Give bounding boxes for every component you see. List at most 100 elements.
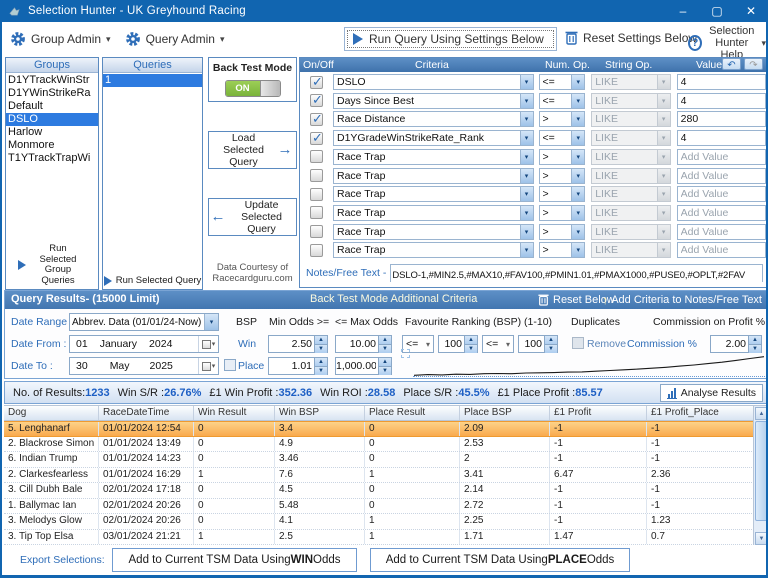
group-item[interactable]: T1YTrackTrapWi (6, 152, 98, 165)
criteria-select[interactable]: Race Trap▾ (333, 242, 534, 258)
num-op-select[interactable]: <=▾ (539, 93, 586, 109)
num-op-select[interactable]: >▾ (539, 111, 586, 127)
value-input[interactable] (678, 243, 765, 257)
value-field[interactable] (677, 130, 766, 146)
add-tsm-place-odds-button[interactable]: Add to Current TSM Data Using PLACE Odds (370, 548, 630, 572)
value-input[interactable] (678, 206, 765, 220)
scroll-up-button[interactable]: ▲ (755, 407, 768, 420)
criteria-on-off-checkbox[interactable]: ✓ (310, 94, 323, 107)
value-field[interactable] (677, 242, 766, 258)
maximize-button[interactable]: ▢ (700, 0, 734, 22)
group-item[interactable]: DSLO (6, 113, 98, 126)
place-checkbox[interactable] (224, 359, 236, 371)
run-selected-group-queries-button[interactable]: Run Selected Group Queries (6, 244, 98, 286)
notes-input[interactable] (391, 268, 762, 284)
spinner-arrows[interactable]: ▲▼ (544, 336, 557, 352)
criteria-on-off-checkbox[interactable]: ✓ (310, 76, 323, 89)
criteria-on-off-checkbox[interactable] (310, 169, 323, 182)
spinner-arrows[interactable]: ▲▼ (314, 336, 327, 352)
group-item[interactable]: D1YWinStrikeRa (6, 87, 98, 100)
run-query-button[interactable]: Run Query Using Settings Below (344, 27, 557, 51)
help-menu[interactable]: ? SelectionHunter Help ▾ (688, 25, 766, 61)
minimize-button[interactable]: – (666, 0, 700, 22)
column-header[interactable]: Win BSP (275, 406, 365, 420)
criteria-select[interactable]: Race Trap▾ (333, 186, 534, 202)
group-item[interactable]: Default (6, 100, 98, 113)
value-field[interactable] (677, 186, 766, 202)
num-op-select[interactable]: <=▾ (539, 130, 586, 146)
spinner-arrows[interactable]: ▲▼ (314, 358, 327, 374)
value-field[interactable] (677, 168, 766, 184)
query-admin-menu[interactable]: Query Admin▾ (125, 31, 225, 47)
value-input[interactable] (678, 112, 765, 126)
back-test-mode-toggle[interactable]: ON (225, 80, 281, 97)
reset-settings-button[interactable]: Reset Settings Below (565, 30, 697, 45)
criteria-select[interactable]: Race Trap▾ (333, 224, 534, 240)
criteria-on-off-checkbox[interactable]: ✓ (310, 132, 323, 145)
date-range-select[interactable]: Abbrev. Data (01/01/24-Now) ▾ (69, 313, 219, 331)
value-field[interactable] (677, 111, 766, 127)
value-input[interactable] (678, 94, 765, 108)
value-field[interactable] (677, 74, 766, 90)
value-input[interactable] (678, 187, 765, 201)
table-row[interactable]: 3. Tip Top Elsa03/01/2024 21:2112.511.71… (4, 530, 768, 546)
value-field[interactable] (677, 93, 766, 109)
query-item[interactable]: 1 (103, 74, 202, 87)
scrollbar-thumb[interactable] (755, 421, 768, 521)
run-selected-query-button[interactable]: Run Selected Query (103, 276, 202, 287)
value-field[interactable] (677, 205, 766, 221)
group-item[interactable]: D1YTrackWinStr (6, 74, 98, 87)
column-header[interactable]: Win Result (194, 406, 275, 420)
value-input[interactable] (678, 225, 765, 239)
table-row[interactable]: 3. Cill Dubh Bale02/01/2024 17:1804.502.… (4, 483, 768, 499)
remove-duplicates-checkbox[interactable] (572, 337, 584, 349)
load-selected-query-button[interactable]: Load Selected Query→ (208, 131, 297, 169)
add-tsm-win-odds-button[interactable]: Add to Current TSM Data Using WIN Odds (112, 548, 357, 572)
win-max-odds-spinner[interactable]: ▲▼ (335, 335, 392, 353)
column-header[interactable]: Dog (4, 406, 99, 420)
column-header[interactable]: £1 Profit_Place (647, 406, 768, 420)
num-op-select[interactable]: >▾ (539, 168, 586, 184)
scroll-down-button[interactable]: ▼ (755, 532, 768, 545)
undo-button[interactable]: ↶ (722, 58, 741, 70)
table-row[interactable]: 2. Clarkesfearless01/01/2024 16:2917.613… (4, 468, 768, 484)
redo-button[interactable]: ↷ (744, 58, 763, 70)
value-input[interactable] (678, 131, 765, 145)
value-field[interactable] (677, 149, 766, 165)
add-criteria-to-notes-button[interactable]: ↑ Add Criteria to Notes/Free Text (602, 293, 762, 307)
criteria-select[interactable]: Days Since Best▾ (333, 93, 534, 109)
criteria-select[interactable]: Race Trap▾ (333, 149, 534, 165)
win-min-odds-spinner[interactable]: ▲▼ (268, 335, 328, 353)
table-row[interactable]: 5. Lenghanarf01/01/2024 12:5403.402.09-1… (4, 421, 768, 437)
criteria-select[interactable]: Race Trap▾ (333, 205, 534, 221)
num-op-select[interactable]: >▾ (539, 186, 586, 202)
criteria-on-off-checkbox[interactable]: ✓ (310, 113, 323, 126)
value-input[interactable] (678, 169, 765, 183)
column-header[interactable]: Place BSP (460, 406, 550, 420)
spinner-arrows[interactable]: ▲▼ (464, 336, 477, 352)
num-op-select[interactable]: <=▾ (539, 74, 586, 90)
table-row[interactable]: 2. Blackrose Simon01/01/2024 13:4904.902… (4, 437, 768, 453)
criteria-on-off-checkbox[interactable] (310, 244, 323, 257)
spinner-arrows[interactable]: ▲▼ (748, 336, 761, 352)
group-item[interactable]: Harlow (6, 126, 98, 139)
place-max-odds-spinner[interactable]: ▲▼ (335, 357, 392, 375)
num-op-select[interactable]: >▾ (539, 242, 586, 258)
num-op-select[interactable]: >▾ (539, 205, 586, 221)
close-button[interactable]: ✕ (734, 0, 768, 22)
value-input[interactable] (678, 150, 765, 164)
group-item[interactable]: Monmore (6, 139, 98, 152)
table-row[interactable]: 1. Ballymac Ian02/01/2024 20:2605.4802.7… (4, 499, 768, 515)
analyse-results-button[interactable]: Analyse Results (660, 384, 763, 402)
criteria-select[interactable]: Race Distance▾ (333, 111, 534, 127)
criteria-select[interactable]: D1YGradeWinStrikeRate_Rank▾ (333, 130, 534, 146)
num-op-select[interactable]: >▾ (539, 149, 586, 165)
date-to-picker[interactable]: 30 May 2025 ▾ (69, 357, 219, 375)
place-min-odds-spinner[interactable]: ▲▼ (268, 357, 328, 375)
criteria-on-off-checkbox[interactable] (310, 225, 323, 238)
column-header[interactable]: £1 Profit (550, 406, 647, 420)
spinner-arrows[interactable]: ▲▼ (378, 336, 391, 352)
criteria-select[interactable]: DSLO▾ (333, 74, 534, 90)
column-header[interactable]: Place Result (365, 406, 460, 420)
date-from-picker[interactable]: 01 January 2024 ▾ (69, 335, 219, 353)
